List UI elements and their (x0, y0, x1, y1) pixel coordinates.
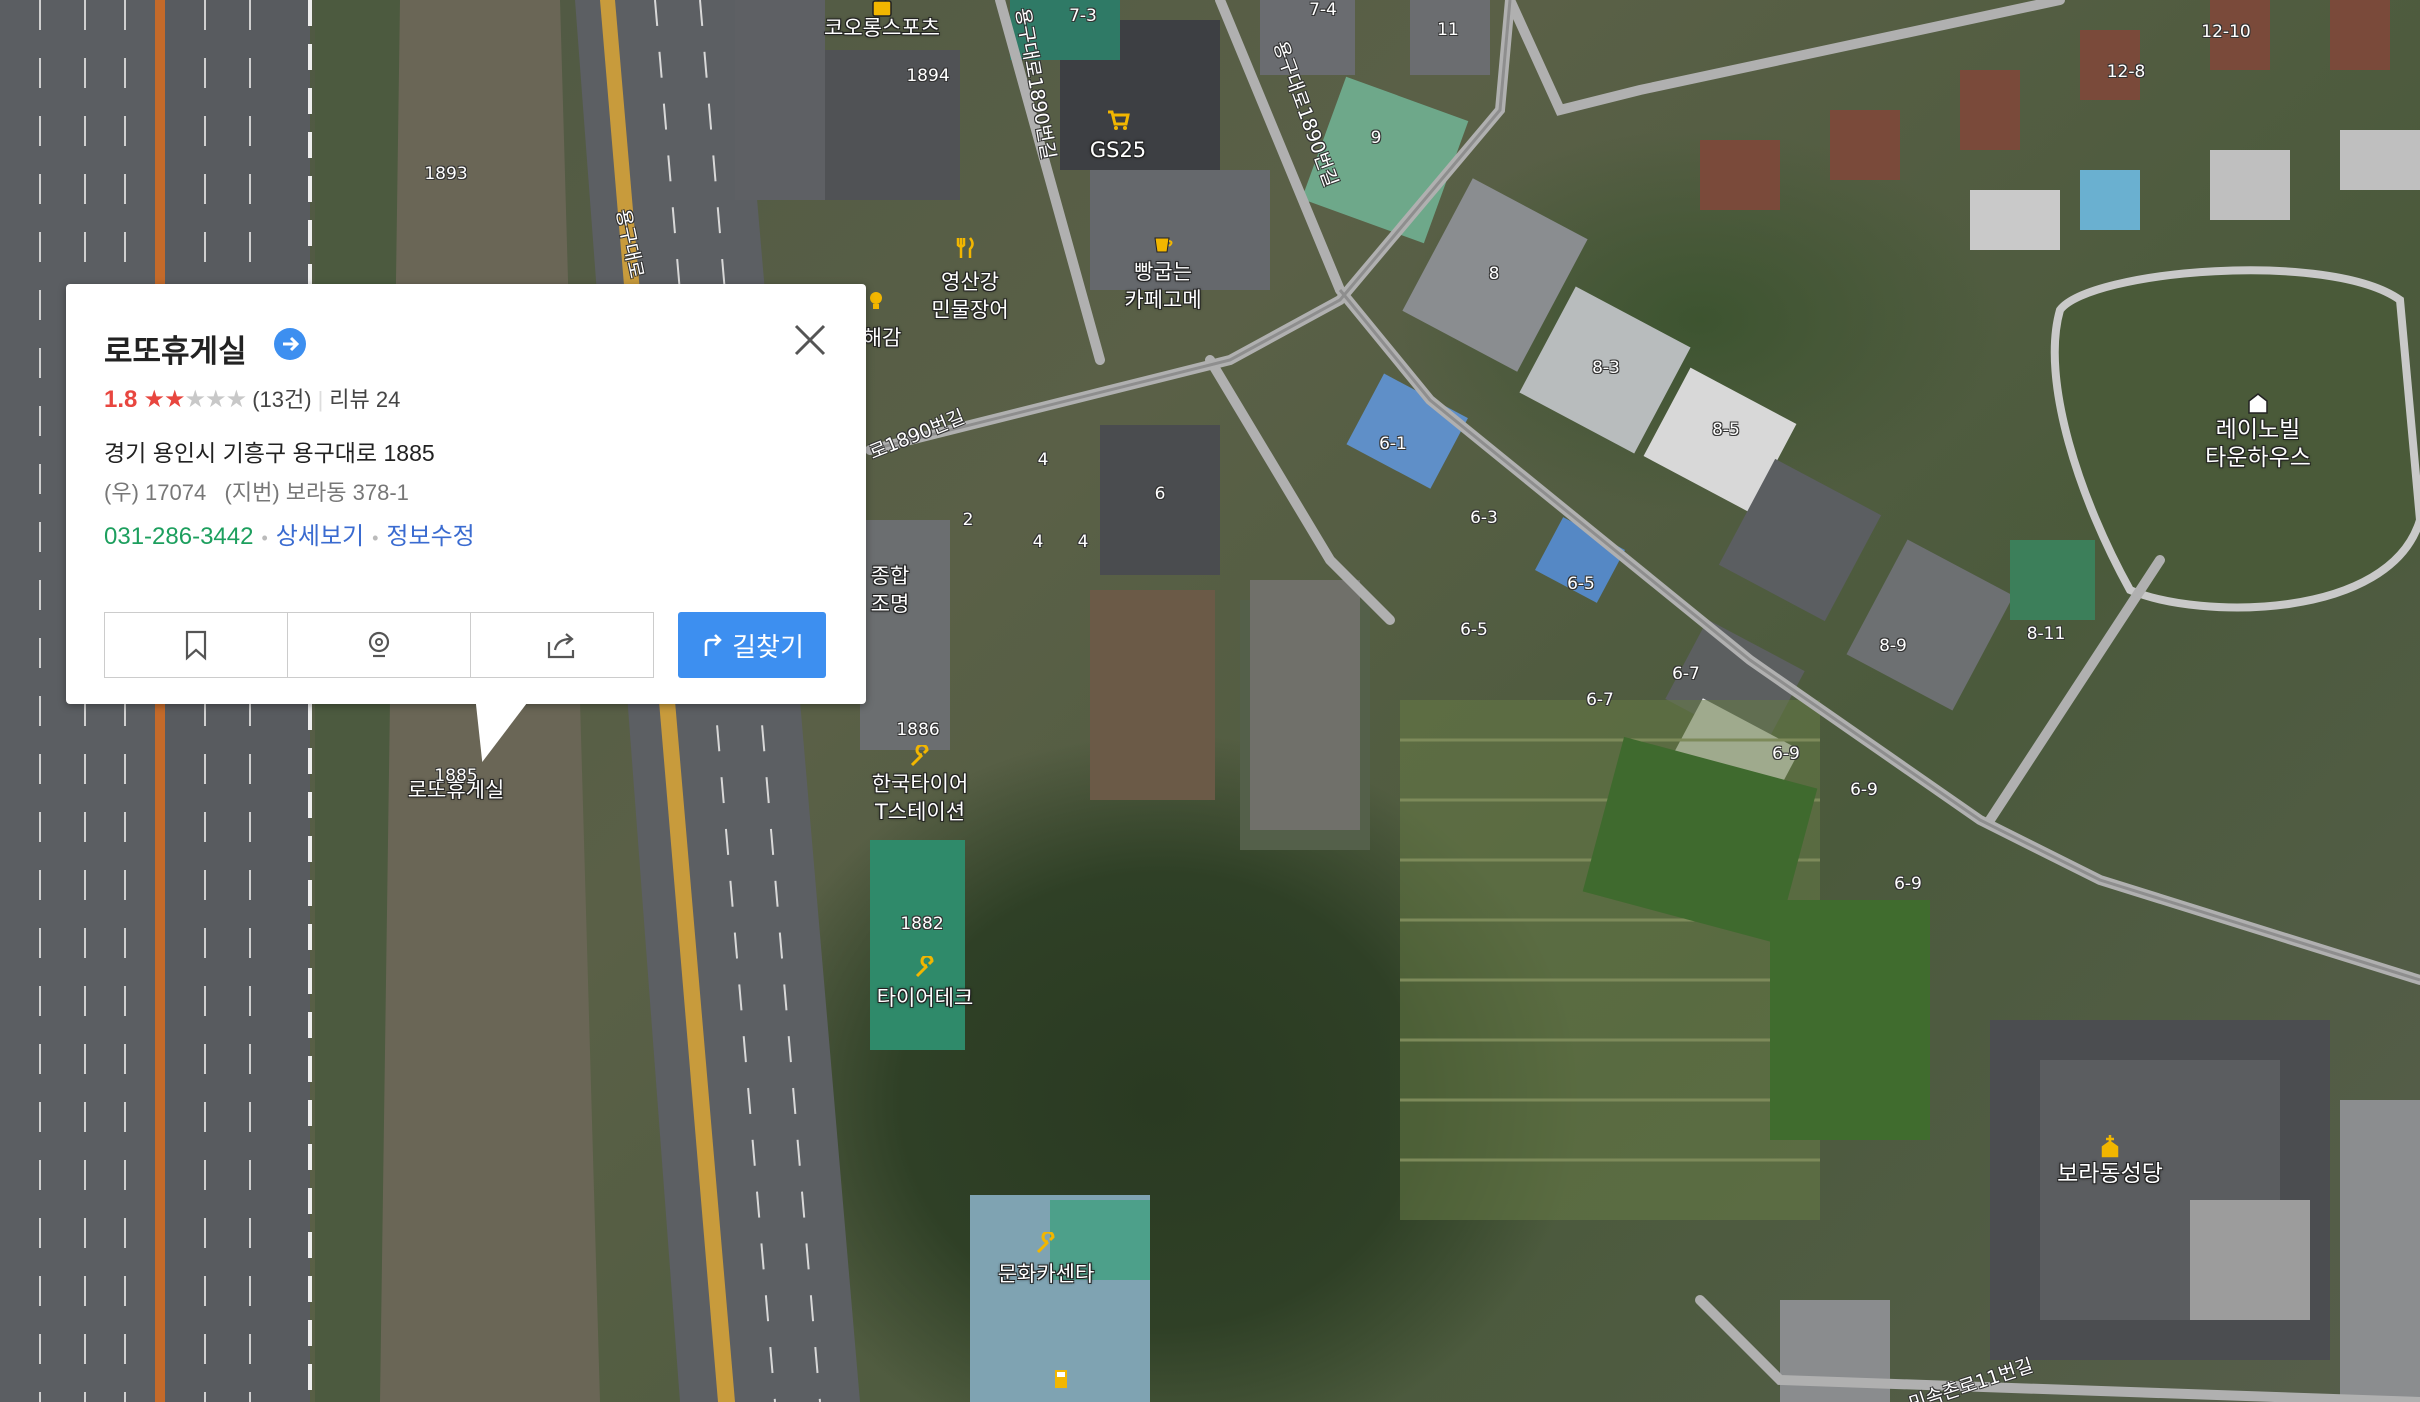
lot-number: 8-11 (2026, 624, 2066, 644)
lot-number: 7-4 (1309, 0, 1337, 20)
place-label-haegam[interactable]: 해감 (863, 324, 902, 352)
cart-icon[interactable] (1106, 108, 1130, 132)
lot-number: 6-7 (1672, 664, 1700, 684)
church-icon[interactable] (2098, 1134, 2122, 1158)
action-buttons (104, 612, 654, 678)
lot-number: 1885 (434, 766, 478, 786)
roadview-icon (368, 631, 390, 658)
apartment-icon[interactable] (2246, 391, 2270, 415)
lot-number: 8 (1488, 264, 1500, 284)
lot-number: 1894 (906, 66, 950, 86)
lot-number: 9 (1370, 128, 1382, 148)
place-label-hankook-tire[interactable]: 한국타이어 T스테이션 (872, 770, 969, 826)
lot-number: 1893 (424, 164, 468, 184)
bookmark-icon (185, 630, 207, 661)
place-info-popup: 로또휴게실 1.8 ★★★★★ (13건) | 리뷰 24 경기 용인시 기흥구 용… (66, 284, 866, 762)
bookmark-button[interactable] (105, 613, 288, 677)
phone-number[interactable]: 031-286-3442 (104, 523, 253, 550)
rating-score: 1.8 (104, 386, 138, 413)
wrench-icon[interactable] (908, 743, 932, 769)
lot-number: 6-5 (1460, 620, 1488, 640)
route-label: 길찾기 (732, 631, 804, 662)
lot-address: (지번) 보라동 378-1 (224, 480, 409, 505)
lot-number: 8-9 (1879, 636, 1907, 656)
lot-number: 2 (962, 510, 974, 530)
restaurant-icon[interactable] (954, 236, 978, 260)
lot-number: 4 (1037, 450, 1049, 470)
lot-number: 6-3 (1470, 508, 1498, 528)
lot-number: 4 (1077, 532, 1089, 552)
share-icon (547, 633, 575, 659)
review-count[interactable]: 리뷰 24 (329, 387, 400, 412)
wrench-icon[interactable] (1034, 1230, 1058, 1256)
lot-number: 6-1 (1379, 434, 1407, 454)
lighting-shop-icon[interactable] (864, 288, 888, 312)
shopping-icon[interactable] (870, 0, 894, 18)
route-button[interactable]: 길찾기 (678, 612, 826, 678)
detail-link[interactable]: 상세보기 (276, 523, 364, 550)
place-title[interactable]: 로또휴게실 (104, 326, 247, 371)
wrench-icon[interactable] (913, 954, 937, 980)
cafe-icon[interactable] (1151, 232, 1175, 256)
lot-number: 6-7 (1586, 690, 1614, 710)
arrow-right-icon[interactable] (274, 328, 306, 360)
lot-number: 7-3 (1069, 6, 1097, 26)
place-label-cafe-gome[interactable]: 빵굽는 카페고메 (1124, 258, 1201, 314)
edit-info-link[interactable]: 정보수정 (386, 523, 474, 550)
place-label-borado-church[interactable]: 보라동성당 (2057, 1160, 2163, 1188)
place-label-youngsangang[interactable]: 영산강 민물장어 (931, 268, 1008, 324)
lot-number: 8-5 (1712, 420, 1740, 440)
lot-number: 6-9 (1772, 744, 1800, 764)
lot-number: 6-9 (1894, 874, 1922, 894)
close-icon[interactable] (790, 320, 830, 360)
lot-number: 1882 (900, 914, 944, 934)
lot-number: 1886 (896, 720, 940, 740)
rating-row: 1.8 ★★★★★ (13건) | 리뷰 24 (104, 386, 401, 413)
lot-number: 6-5 (1567, 574, 1595, 594)
place-label-reinobil[interactable]: 레이노빌 타운하우스 (2205, 416, 2311, 472)
postal-lot-address: (우) 17074 (지번) 보라동 378-1 (104, 475, 409, 507)
place-label-lighting[interactable]: 종합 조명 (871, 562, 910, 618)
route-icon (704, 634, 722, 656)
lot-number: 12-8 (2106, 62, 2146, 82)
roadview-button[interactable] (288, 613, 471, 677)
rating-count[interactable]: (13건) (252, 387, 311, 412)
gas-station-icon[interactable] (1051, 1366, 1075, 1390)
share-button[interactable] (471, 613, 653, 677)
place-label-gs25[interactable]: GS25 (1090, 136, 1146, 164)
lot-number: 4 (1032, 532, 1044, 552)
place-label-tire-tech[interactable]: 타이어테크 (877, 984, 974, 1012)
rating-stars: ★★★★★ (143, 386, 248, 413)
contact-links: 031-286-3442 • 상세보기 • 정보수정 (104, 523, 475, 550)
lot-number: 12-10 (2201, 22, 2251, 42)
place-label-kolon-sport[interactable]: 코오롱스포츠 (824, 14, 940, 42)
lot-number: 6 (1154, 484, 1166, 504)
lot-number: 11 (1437, 20, 1459, 40)
lot-number: 6-9 (1850, 780, 1878, 800)
postal-code: (우) 17074 (104, 480, 207, 505)
place-label-munhwa-carcenter[interactable]: 문화카센타 (998, 1260, 1095, 1288)
road-address: 경기 용인시 기흥구 용구대로 1885 (104, 440, 435, 466)
lot-number: 8-3 (1592, 358, 1620, 378)
